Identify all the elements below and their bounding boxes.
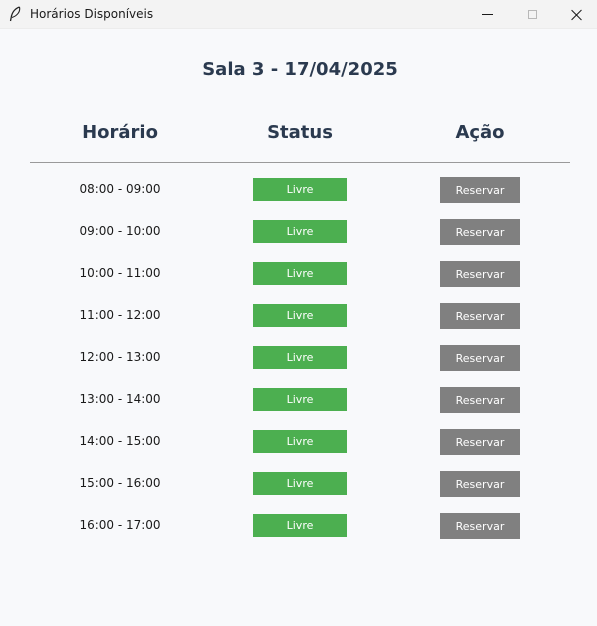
reserve-button[interactable]: Reservar bbox=[440, 303, 520, 329]
time-slot: 08:00 - 09:00 bbox=[79, 182, 161, 196]
reserve-button[interactable]: Reservar bbox=[440, 261, 520, 287]
table-row: 09:00 - 10:00 Livre Reservar bbox=[0, 219, 597, 261]
time-slot: 12:00 - 13:00 bbox=[79, 350, 161, 364]
schedule-list: 08:00 - 09:00 Livre Reservar 09:00 - 10:… bbox=[0, 177, 597, 555]
column-header-time: Horário bbox=[82, 122, 158, 143]
status-badge: Livre bbox=[253, 262, 347, 285]
table-row: 16:00 - 17:00 Livre Reservar bbox=[0, 513, 597, 555]
status-badge: Livre bbox=[253, 304, 347, 327]
reserve-button[interactable]: Reservar bbox=[440, 387, 520, 413]
time-slot: 15:00 - 16:00 bbox=[79, 476, 161, 490]
maximize-button[interactable] bbox=[509, 0, 555, 29]
status-badge: Livre bbox=[253, 178, 347, 201]
table-row: 15:00 - 16:00 Livre Reservar bbox=[0, 471, 597, 513]
column-header-action: Ação bbox=[455, 122, 505, 143]
table-row: 10:00 - 11:00 Livre Reservar bbox=[0, 261, 597, 303]
minimize-button[interactable] bbox=[464, 0, 510, 29]
status-badge: Livre bbox=[253, 388, 347, 411]
maximize-icon bbox=[527, 10, 537, 19]
time-slot: 11:00 - 12:00 bbox=[79, 308, 161, 322]
table-row: 08:00 - 09:00 Livre Reservar bbox=[0, 177, 597, 219]
time-slot: 14:00 - 15:00 bbox=[79, 434, 161, 448]
column-header-status: Status bbox=[267, 122, 333, 143]
window-title: Horários Disponíveis bbox=[30, 7, 154, 21]
reserve-button[interactable]: Reservar bbox=[440, 345, 520, 371]
status-badge: Livre bbox=[253, 430, 347, 453]
reserve-button[interactable]: Reservar bbox=[440, 429, 520, 455]
reserve-button[interactable]: Reservar bbox=[440, 471, 520, 497]
table-row: 13:00 - 14:00 Livre Reservar bbox=[0, 387, 597, 429]
table-row: 12:00 - 13:00 Livre Reservar bbox=[0, 345, 597, 387]
table-row: 11:00 - 12:00 Livre Reservar bbox=[0, 303, 597, 345]
status-badge: Livre bbox=[253, 472, 347, 495]
reserve-button[interactable]: Reservar bbox=[440, 177, 520, 203]
time-slot: 13:00 - 14:00 bbox=[79, 392, 161, 406]
page-title: Sala 3 - 17/04/2025 bbox=[202, 59, 398, 80]
status-badge: Livre bbox=[253, 514, 347, 537]
feather-icon bbox=[9, 6, 21, 22]
header-divider bbox=[30, 162, 570, 163]
reserve-button[interactable]: Reservar bbox=[440, 219, 520, 245]
time-slot: 09:00 - 10:00 bbox=[79, 224, 161, 238]
title-bar: Horários Disponíveis bbox=[0, 0, 597, 29]
close-button[interactable] bbox=[554, 0, 597, 29]
reserve-button[interactable]: Reservar bbox=[440, 513, 520, 539]
table-row: 14:00 - 15:00 Livre Reservar bbox=[0, 429, 597, 471]
minimize-icon bbox=[481, 14, 493, 15]
time-slot: 16:00 - 17:00 bbox=[79, 518, 161, 532]
status-badge: Livre bbox=[253, 220, 347, 243]
status-badge: Livre bbox=[253, 346, 347, 369]
time-slot: 10:00 - 11:00 bbox=[79, 266, 161, 280]
close-icon bbox=[571, 9, 583, 21]
